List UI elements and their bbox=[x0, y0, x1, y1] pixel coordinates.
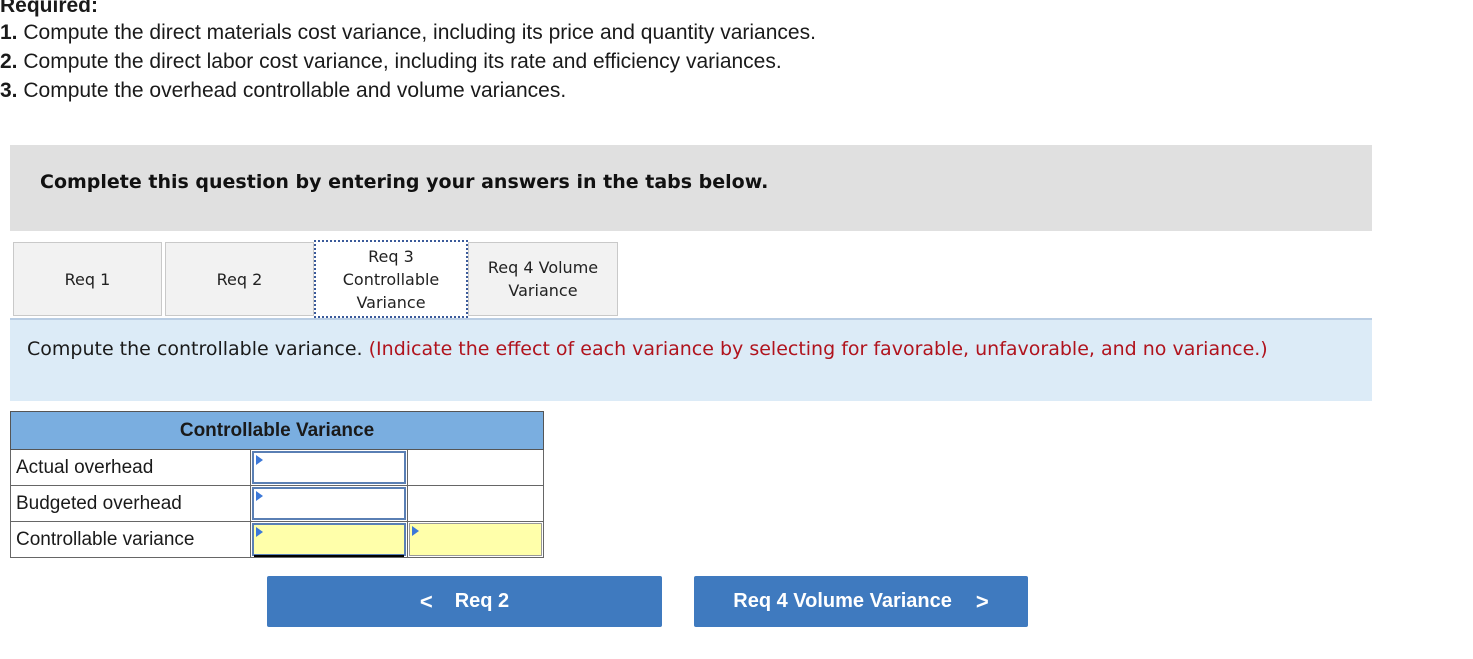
chevron-right-icon: > bbox=[975, 588, 989, 614]
tab-label: Req 4 Volume Variance bbox=[487, 258, 599, 300]
required-item: 1. Compute the direct materials cost var… bbox=[0, 18, 816, 47]
item-text: Compute the overhead controllable and vo… bbox=[17, 79, 567, 102]
required-item: 2. Compute the direct labor cost varianc… bbox=[0, 47, 816, 76]
item-text: Compute the direct labor cost variance, … bbox=[17, 50, 782, 73]
required-title: Required: bbox=[0, 0, 99, 17]
budgeted-overhead-input[interactable] bbox=[252, 487, 406, 520]
table-row: Budgeted overhead bbox=[10, 485, 544, 522]
table-header: Controllable Variance bbox=[10, 411, 544, 450]
item-number: 3. bbox=[0, 79, 18, 102]
tab-req-1[interactable]: Req 1 bbox=[13, 242, 162, 316]
prev-req-2-button[interactable]: < Req 2 bbox=[267, 576, 662, 627]
next-req-4-button[interactable]: Req 4 Volume Variance > bbox=[694, 576, 1028, 627]
item-number: 2. bbox=[0, 50, 18, 73]
next-button-label: Req 4 Volume Variance bbox=[733, 590, 952, 612]
tab-req-2[interactable]: Req 2 bbox=[165, 242, 314, 316]
controllable-variance-input-cell bbox=[250, 521, 408, 558]
controllable-variance-table: Controllable Variance Actual overhead Bu… bbox=[10, 411, 544, 558]
instructions-banner: Complete this question by entering your … bbox=[10, 145, 1372, 231]
tab-req-4-volume-variance[interactable]: Req 4 Volume Variance bbox=[468, 242, 618, 316]
input-marker-icon bbox=[256, 527, 263, 537]
input-marker-icon bbox=[256, 491, 263, 501]
table-row: Actual overhead bbox=[10, 449, 544, 486]
row-label: Actual overhead bbox=[10, 449, 251, 486]
tab-label: Req 3 Controllable Variance bbox=[342, 246, 440, 312]
banner-text: Complete this question by entering your … bbox=[40, 171, 769, 193]
instruction-main: Compute the controllable variance. bbox=[27, 338, 369, 360]
row-label: Controllable variance bbox=[10, 521, 251, 558]
actual-overhead-input[interactable] bbox=[252, 451, 406, 484]
instruction-note: (Indicate the effect of each variance by… bbox=[368, 338, 1268, 360]
actual-overhead-input-cell bbox=[250, 449, 408, 486]
controllable-variance-input[interactable] bbox=[252, 523, 406, 557]
prev-button-label: Req 2 bbox=[454, 590, 510, 612]
empty-cell bbox=[407, 449, 544, 486]
budgeted-overhead-input-cell bbox=[250, 485, 408, 522]
row-label: Budgeted overhead bbox=[10, 485, 251, 522]
required-item: 3. Compute the overhead controllable and… bbox=[0, 76, 816, 105]
tab-req-3-controllable-variance[interactable]: Req 3 Controllable Variance bbox=[314, 240, 468, 318]
required-section: Required: 1. Compute the direct material… bbox=[0, 0, 816, 105]
variance-effect-cell bbox=[407, 521, 544, 558]
item-text: Compute the direct materials cost varian… bbox=[17, 21, 816, 44]
input-marker-icon bbox=[412, 526, 419, 536]
variance-effect-select[interactable] bbox=[409, 523, 542, 556]
table-row: Controllable variance bbox=[10, 521, 544, 558]
instruction-panel: Compute the controllable variance. (Indi… bbox=[10, 318, 1372, 401]
tab-label: Req 1 bbox=[64, 269, 111, 289]
tab-label: Req 2 bbox=[216, 269, 263, 289]
item-number: 1. bbox=[0, 21, 18, 44]
empty-cell bbox=[407, 485, 544, 522]
chevron-left-icon: < bbox=[419, 588, 433, 614]
input-marker-icon bbox=[256, 455, 263, 465]
instruction-text: Compute the controllable variance. (Indi… bbox=[27, 337, 1307, 361]
double-underline bbox=[254, 555, 404, 557]
